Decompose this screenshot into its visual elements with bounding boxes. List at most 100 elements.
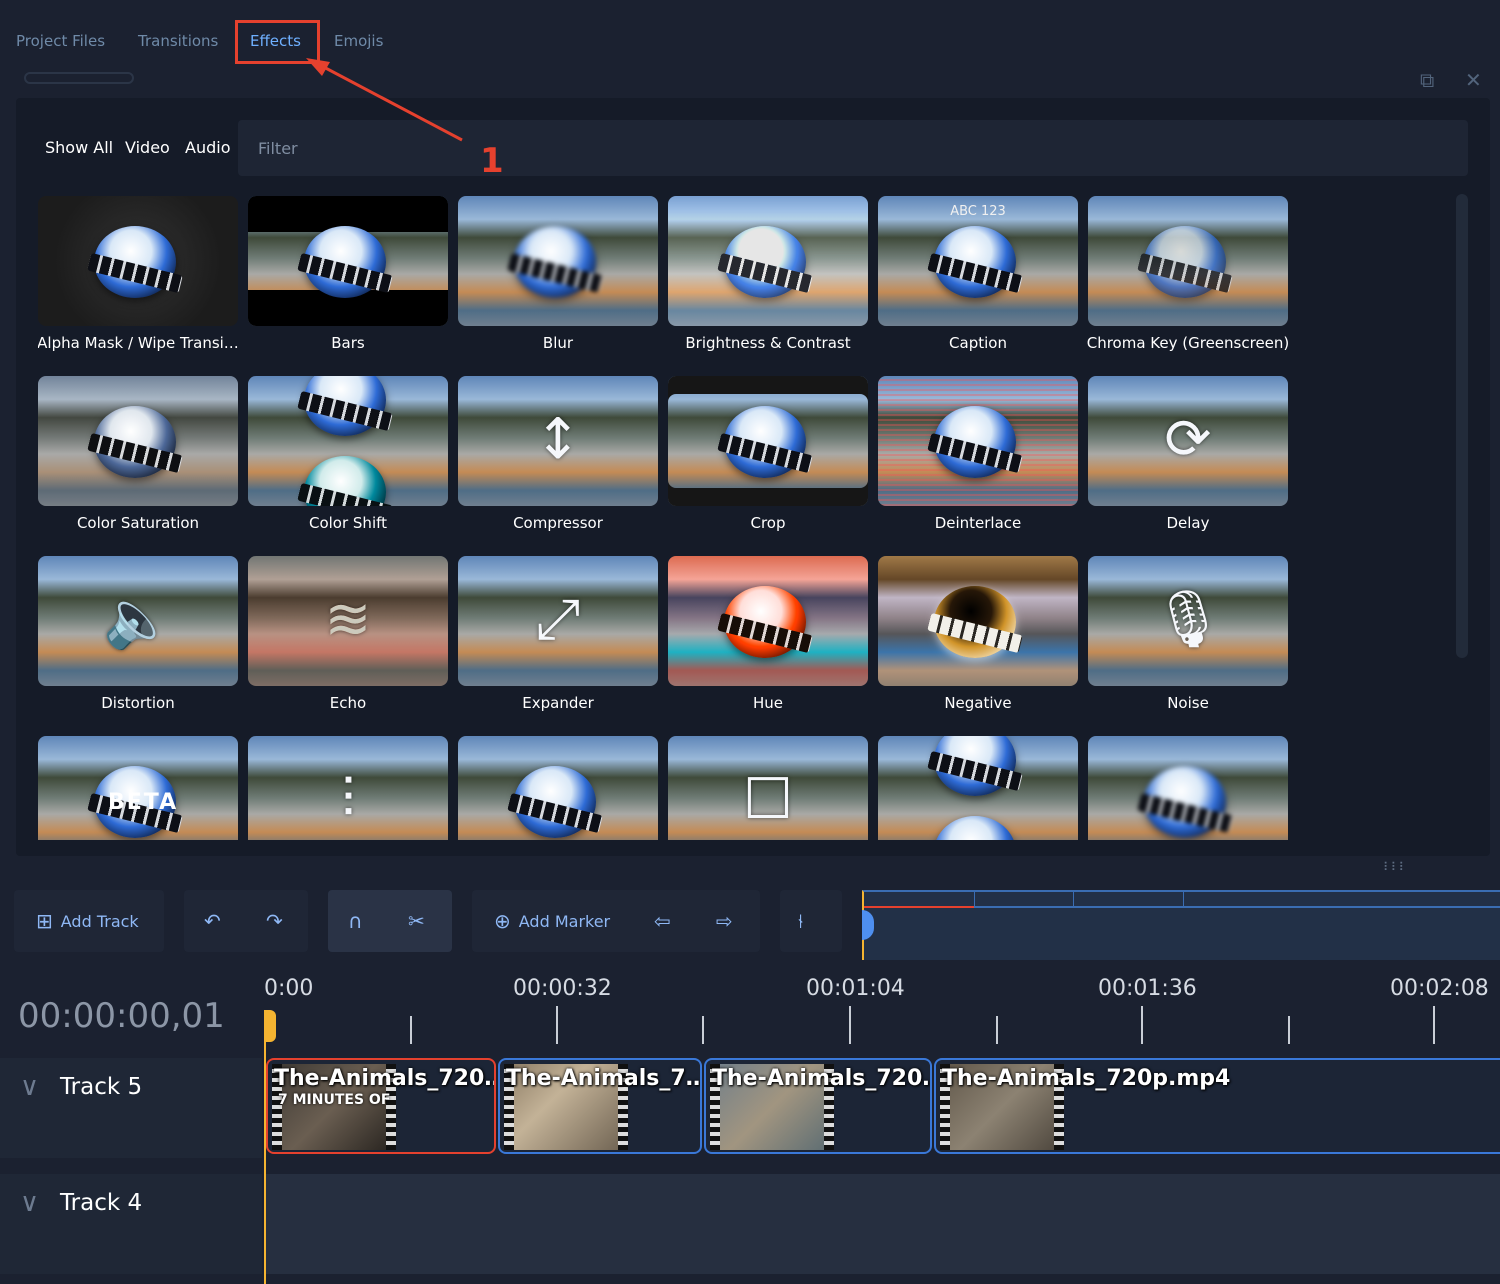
effect-crop[interactable]: Crop — [668, 376, 868, 546]
center-playhead-button[interactable]: ⫮ — [798, 890, 811, 952]
effect-label: Caption — [949, 334, 1007, 352]
effect-color-shift[interactable]: Color Shift — [248, 376, 448, 546]
logo-orb-icon — [1144, 226, 1226, 298]
effect-thumbnail — [1088, 196, 1288, 326]
effect-blur[interactable]: Blur — [458, 196, 658, 366]
effect-shift[interactable] — [1088, 736, 1288, 840]
timeline-ruler[interactable] — [0, 972, 1500, 1056]
track-name: Track 4 — [60, 1190, 143, 1216]
ruler-tick — [556, 1006, 558, 1044]
ruler-tick — [849, 1006, 851, 1044]
effects-scrollbar[interactable] — [1456, 194, 1468, 658]
effect-parametric-eq[interactable]: ⫶ — [248, 736, 448, 840]
center-playhead-icon: ⫮ — [798, 909, 804, 933]
timeline-clip[interactable]: The-Animals_7… — [498, 1058, 702, 1154]
snap-icon: ∩ — [348, 909, 363, 933]
previous-marker-button[interactable]: ⇦ — [654, 890, 679, 952]
snap-button[interactable]: ∩ — [348, 890, 371, 952]
logo-orb-icon — [934, 406, 1016, 478]
clip-title: The-Animals_720… — [712, 1066, 932, 1091]
next-marker-icon: ⇨ — [716, 909, 733, 933]
effects-grid: Alpha Mask / Wipe Transi… Bars Blur Brig… — [38, 196, 1298, 840]
effect-pixelate[interactable] — [458, 736, 658, 840]
timeline-overview[interactable] — [862, 890, 1500, 960]
current-timecode: 00:00:00,01 — [18, 996, 225, 1036]
effect-thumbnail: ABC 123 — [878, 196, 1078, 326]
track-header[interactable]: ∨ Track 4 — [0, 1174, 262, 1274]
clip-title: The-Animals_720… — [274, 1066, 496, 1091]
effect-label: Distortion — [101, 694, 175, 712]
effect-alpha-mask[interactable]: Alpha Mask / Wipe Transi… — [38, 196, 239, 366]
logo-orb-icon — [94, 226, 176, 298]
track-row: ∨ Track 4 — [0, 1174, 1500, 1274]
chevron-down-icon[interactable]: ∨ — [20, 1072, 39, 1102]
add-marker-button[interactable]: ⊕ Add Marker — [494, 890, 610, 952]
effect-thumbnail — [668, 196, 868, 326]
effect-compressor[interactable]: ↕ Compressor — [458, 376, 658, 546]
effect-robotization[interactable]: ☐ — [668, 736, 868, 840]
razor-button[interactable]: ✂ — [408, 890, 433, 952]
effect-label: Chroma Key (Greenscreen) — [1086, 334, 1290, 352]
effect-delay[interactable]: ⟳ Delay — [1088, 376, 1288, 546]
resize-grip-icon[interactable]: ⠇⠇⠇ — [1383, 860, 1407, 874]
logo-orb-icon — [724, 406, 806, 478]
logo-orb-icon — [94, 406, 176, 478]
effect-expander[interactable]: ⤢ Expander — [458, 556, 658, 726]
razor-icon: ✂ — [408, 909, 425, 933]
effect-noise[interactable]: 🎙 Noise — [1088, 556, 1288, 726]
timeline-clip[interactable]: The-Animals_720… — [704, 1058, 932, 1154]
effect-negative[interactable]: Negative — [878, 556, 1078, 726]
chevron-down-icon[interactable]: ∨ — [20, 1188, 39, 1218]
effect-thumbnail: ⤢ — [458, 556, 658, 686]
ruler-label: 00:01:36 — [1098, 976, 1197, 1001]
overview-segment — [974, 892, 1074, 908]
delay-cycle-icon: ⟳ — [1164, 407, 1212, 472]
overview-handle[interactable] — [862, 910, 874, 940]
effect-bars[interactable]: Bars — [248, 196, 448, 366]
playhead[interactable] — [264, 1010, 266, 1284]
speaker-icon: 🔈 — [103, 587, 173, 652]
effect-object-detection[interactable]: BETA — [38, 736, 238, 840]
effect-thumbnail: 🎙 — [1088, 556, 1288, 686]
restore-icon[interactable]: ⧉ — [1420, 68, 1434, 92]
overview-segment — [1073, 892, 1184, 908]
logo-orb-icon — [934, 816, 1016, 840]
redo-button[interactable]: ↷ — [266, 890, 291, 952]
close-icon[interactable]: ✕ — [1465, 68, 1482, 92]
effect-scroll[interactable] — [878, 736, 1078, 840]
effect-chroma-key[interactable]: Chroma Key (Greenscreen) — [1087, 196, 1289, 366]
timeline-clip[interactable]: The-Animals_720p.mp4 — [934, 1058, 1500, 1154]
undo-button[interactable]: ↶ — [204, 890, 229, 952]
track-body[interactable] — [266, 1174, 1500, 1274]
effects-panel: Show All Video Audio Alpha Mask / Wipe T… — [16, 98, 1490, 856]
effect-thumbnail — [878, 736, 1078, 840]
add-track-button[interactable]: ⊞ Add Track — [36, 890, 139, 952]
effect-thumbnail: BETA — [38, 736, 238, 840]
effect-thumbnail — [1088, 736, 1288, 840]
effect-label: Color Saturation — [76, 514, 200, 532]
effect-brightness-contrast[interactable]: Brightness & Contrast — [668, 196, 868, 366]
effect-echo[interactable]: ≋ Echo — [248, 556, 448, 726]
compressor-waveform-icon: ↕ — [534, 407, 582, 472]
logo-orb-icon — [934, 226, 1016, 298]
effect-color-saturation[interactable]: Color Saturation — [38, 376, 238, 546]
next-marker-button[interactable]: ⇨ — [716, 890, 741, 952]
effect-deinterlace[interactable]: Deinterlace — [878, 376, 1078, 546]
effect-caption[interactable]: ABC 123 Caption — [878, 196, 1078, 366]
effect-thumbnail — [458, 736, 658, 840]
previous-marker-icon: ⇦ — [654, 909, 671, 933]
effect-distortion[interactable]: 🔈 Distortion — [38, 556, 238, 726]
effect-hue[interactable]: Hue — [668, 556, 868, 726]
logo-orb-icon — [514, 766, 596, 838]
ruler-label: 00:00:32 — [513, 976, 612, 1001]
track-header[interactable]: ∨ Track 5 — [0, 1058, 262, 1158]
timeline-clip[interactable]: 7 MINUTES OF The-Animals_720… — [266, 1058, 496, 1154]
playhead-handle[interactable] — [264, 1010, 276, 1042]
ruler-tick — [1288, 1016, 1290, 1044]
clip-thumbnail-caption: 7 MINUTES OF — [278, 1092, 391, 1108]
clip-title: The-Animals_7… — [506, 1066, 702, 1091]
history-group: ↶ ↷ — [184, 890, 308, 952]
track-name: Track 5 — [60, 1074, 143, 1100]
ruler-label: 00:02:08 — [1390, 976, 1489, 1001]
ruler-label: 0:00 — [264, 976, 314, 1001]
